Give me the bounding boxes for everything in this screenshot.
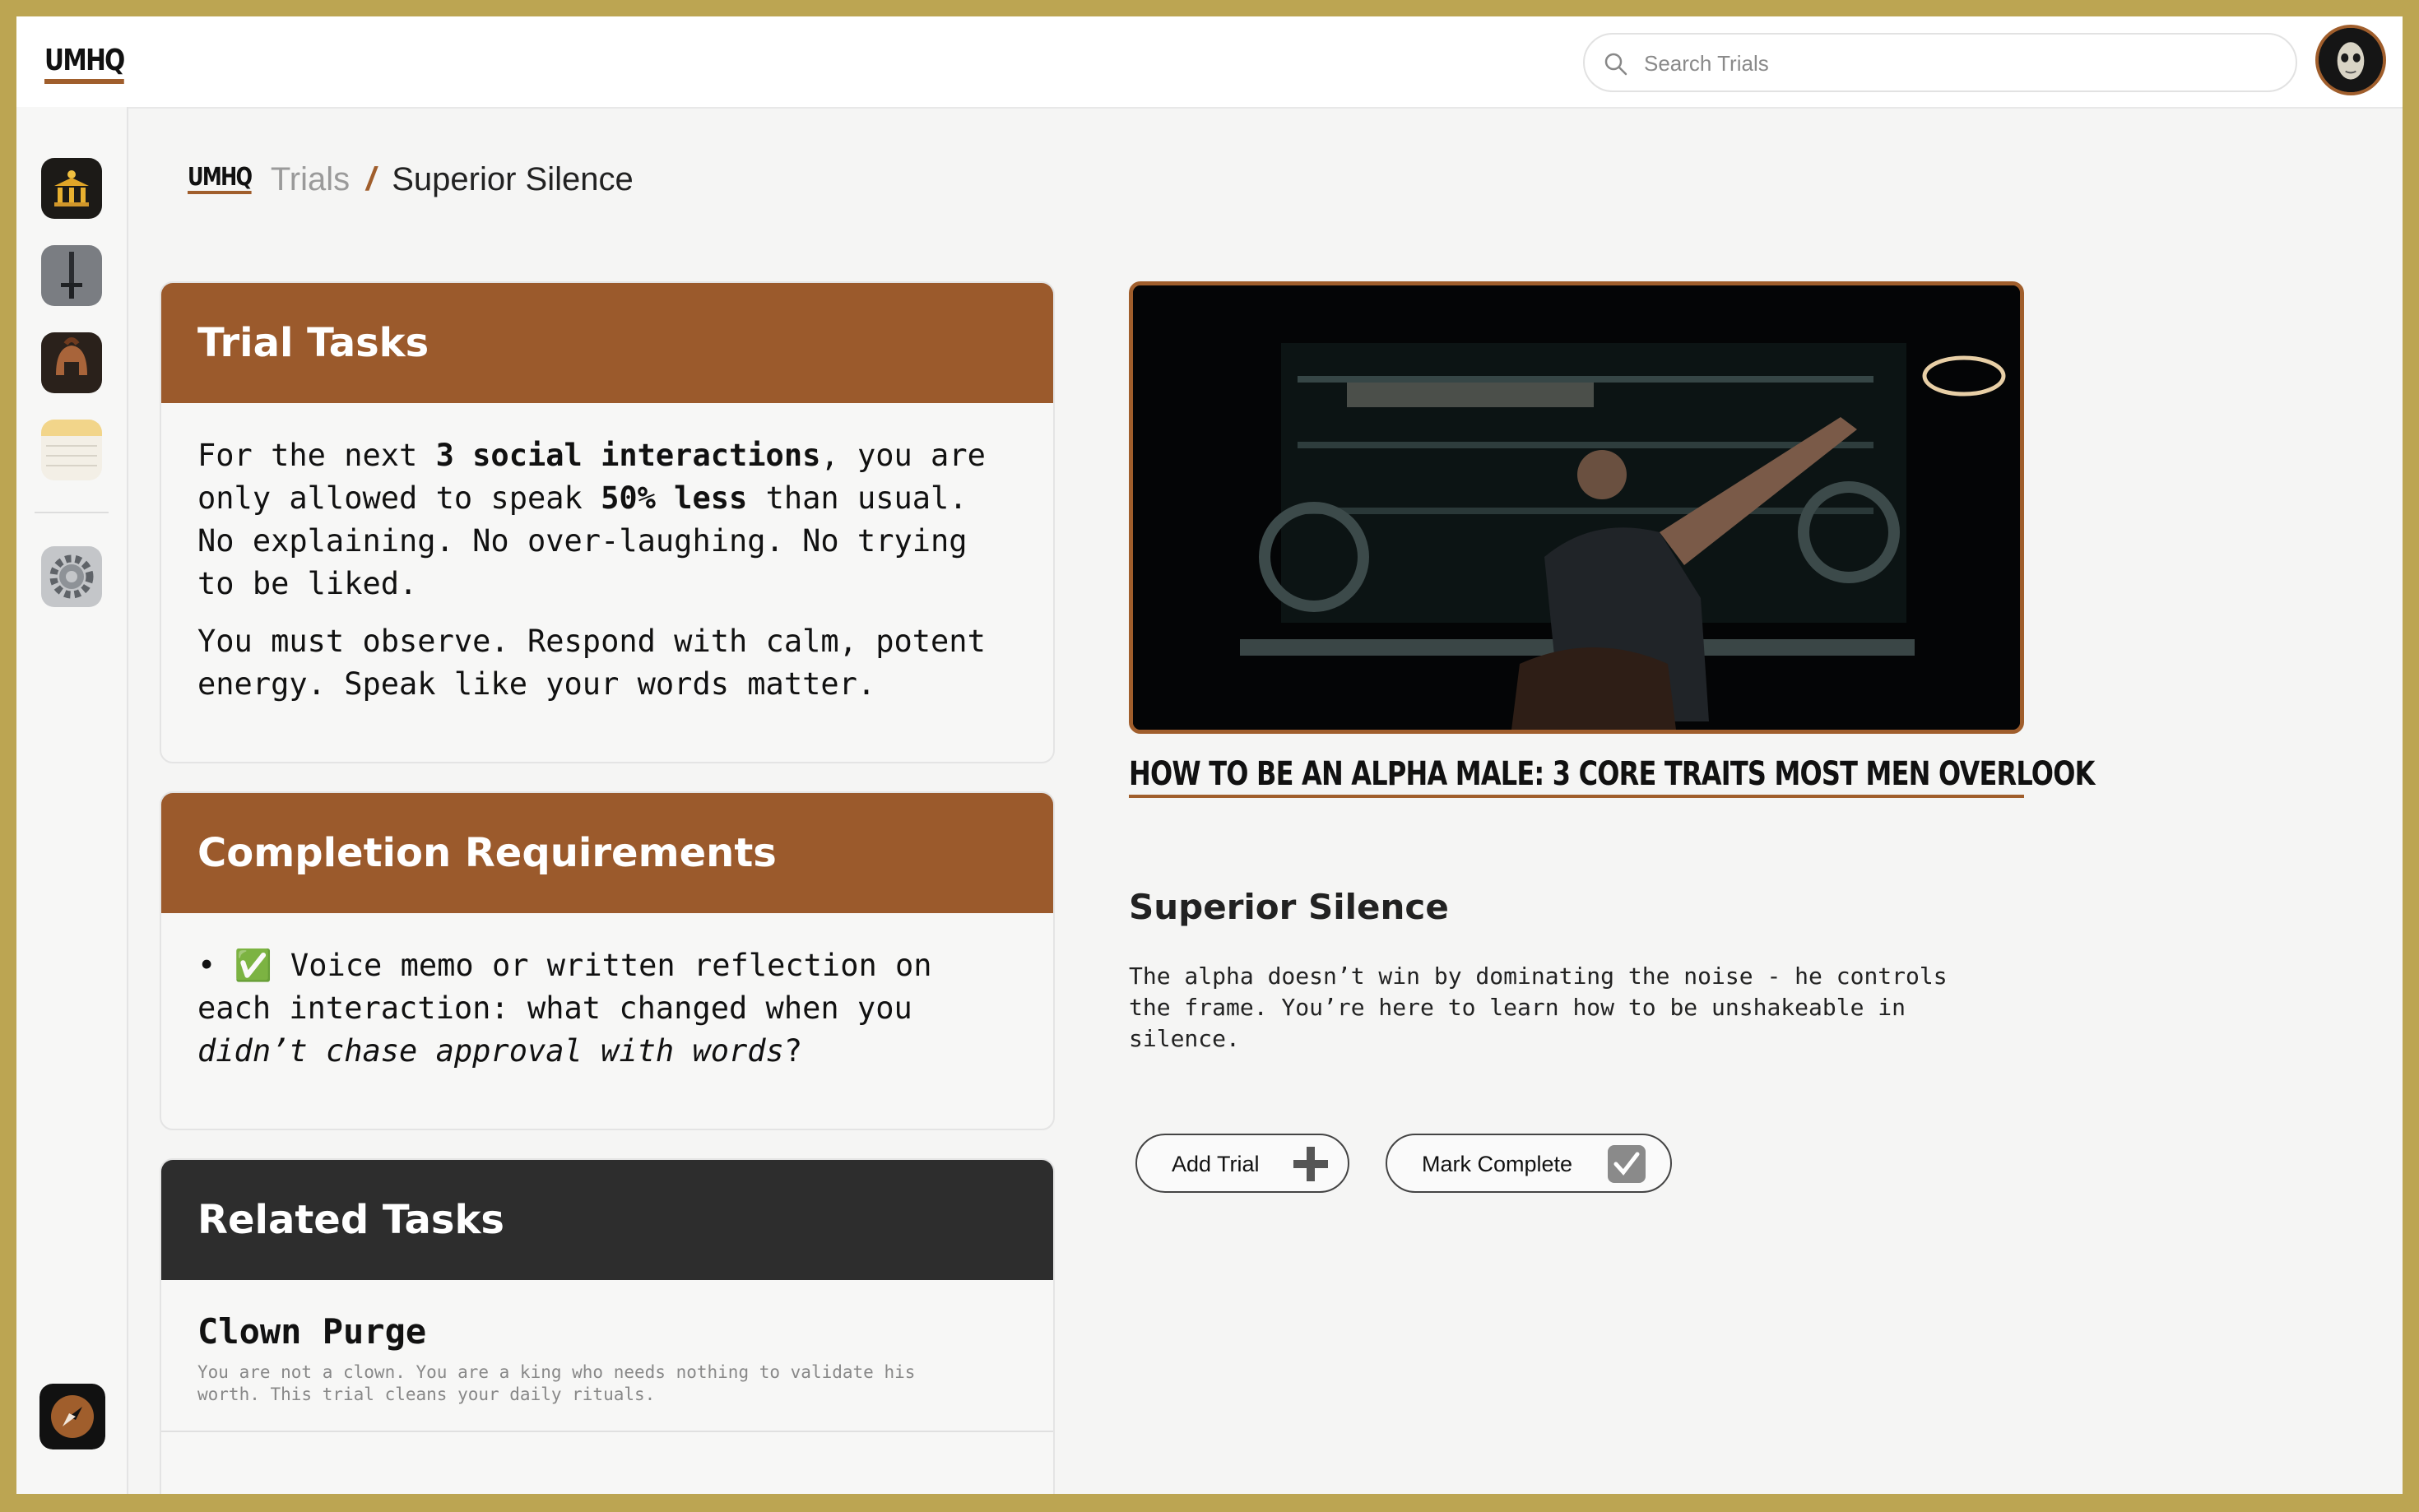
trial-tasks-body: For the next 3 social interactions, you …	[161, 403, 1053, 745]
rail-divider	[35, 512, 109, 513]
side-rail	[16, 107, 128, 1494]
video-title-underline	[1129, 795, 2024, 798]
app-logo[interactable]: UMHQ	[44, 44, 125, 84]
breadcrumb-trials-link[interactable]: Trials	[271, 161, 350, 198]
notes-icon	[41, 420, 102, 480]
rail-temple-button[interactable]	[41, 158, 102, 219]
add-trial-button[interactable]: Add Trial	[1135, 1134, 1349, 1193]
checkbox-icon	[1608, 1145, 1646, 1183]
compass-icon	[39, 1384, 105, 1449]
spartan-helmet-icon	[41, 332, 102, 393]
trial-description: The alpha doesn’t win by dominating the …	[1129, 962, 1948, 1052]
related-task-desc: You are not a clown. You are a king who …	[197, 1362, 916, 1404]
trial-text-bold: 50% less	[601, 480, 748, 516]
completion-requirements-card: Completion Requirements • ✅ Voice memo o…	[160, 791, 1055, 1130]
requirement-text: ?	[783, 1033, 803, 1069]
rail-sword-button[interactable]	[41, 245, 102, 306]
trial-tasks-card: Trial Tasks For the next 3 social intera…	[160, 281, 1055, 763]
requirement-text: Voice memo or written reflection on each…	[197, 948, 932, 1026]
trial-text-bold: 3 social interactions	[435, 438, 821, 473]
rail-spartan-button[interactable]	[41, 332, 102, 393]
trial-tasks-paragraph-1: For the next 3 social interactions, you …	[197, 434, 1017, 605]
related-task-title[interactable]: Clown Purge	[161, 1280, 1053, 1361]
video-title[interactable]: HOW TO BE AN ALPHA MALE: 3 CORE TRAITS M…	[1129, 755, 2095, 796]
trial-heading: Superior Silence	[1129, 887, 1449, 927]
rail-settings-button[interactable]	[41, 546, 102, 607]
completion-requirement-item: • ✅ Voice memo or written reflection on …	[197, 944, 1017, 1073]
trial-text: For the next	[197, 438, 436, 473]
related-task-item[interactable]: Clown Purge You are not a clown. You are…	[161, 1280, 1053, 1432]
related-divider	[161, 1431, 1053, 1432]
completion-requirements-title: Completion Requirements	[161, 793, 1053, 913]
top-bar: UMHQ	[16, 16, 2403, 109]
temple-icon	[41, 158, 102, 219]
search-icon	[1604, 53, 1627, 76]
mask-avatar-image	[2319, 28, 2383, 92]
breadcrumb-separator: /	[366, 160, 376, 197]
search-bar[interactable]	[1583, 33, 2297, 92]
rail-compass-button[interactable]	[39, 1384, 105, 1449]
video-still-image	[1133, 285, 2020, 730]
breadcrumb-logo[interactable]: UMHQ	[188, 165, 253, 194]
completion-requirements-body: • ✅ Voice memo or written reflection on …	[161, 913, 1053, 1112]
rail-notes-button[interactable]	[41, 420, 102, 480]
mark-complete-label: Mark Complete	[1422, 1152, 1573, 1176]
trial-tasks-title: Trial Tasks	[161, 283, 1053, 403]
sword-icon	[41, 245, 102, 306]
user-avatar[interactable]	[2315, 25, 2386, 95]
add-trial-label: Add Trial	[1172, 1152, 1260, 1176]
trial-tasks-paragraph-2: You must observe. Respond with calm, pot…	[197, 624, 986, 702]
plus-icon	[1293, 1147, 1328, 1181]
mark-complete-button[interactable]: Mark Complete	[1386, 1134, 1672, 1193]
gear-icon	[41, 546, 102, 607]
check-icon: ✅	[234, 948, 272, 983]
breadcrumb: UMHQ Trials / Superior Silence	[188, 155, 634, 204]
video-thumbnail[interactable]	[1129, 281, 2024, 734]
related-tasks-title: Related Tasks	[161, 1160, 1053, 1280]
search-input[interactable]	[1642, 43, 2271, 84]
related-tasks-card: Related Tasks Clown Purge You are not a …	[160, 1158, 1055, 1494]
requirement-text-emphasis: didn’t chase approval with words	[197, 1033, 784, 1069]
app-window: UMHQ Search Trials UMHQ Trials / Superio…	[16, 16, 2403, 1494]
bullet: •	[197, 948, 216, 983]
breadcrumb-current: Superior Silence	[392, 160, 634, 197]
